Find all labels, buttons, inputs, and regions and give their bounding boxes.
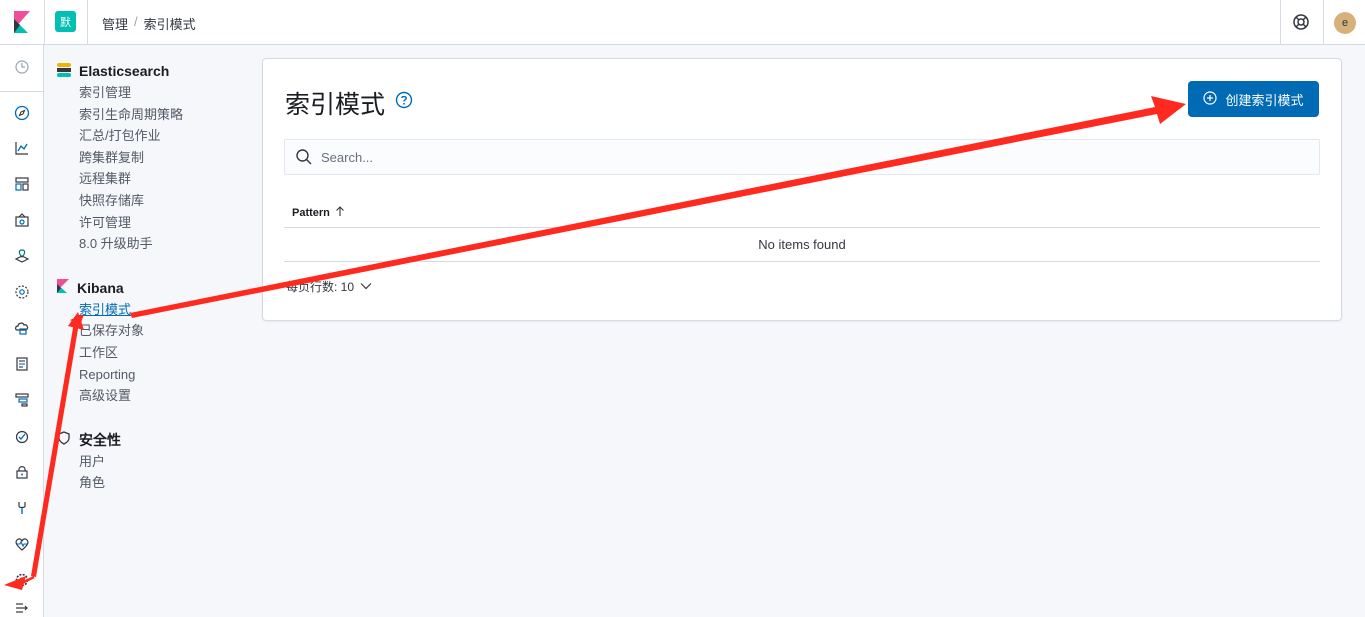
uptime-icon[interactable] (12, 426, 32, 446)
dev-tools-icon[interactable] (12, 498, 32, 518)
left-nav (0, 45, 44, 617)
side-item-index-patterns[interactable]: 索引模式 (79, 299, 247, 321)
breadcrumb-management[interactable]: 管理 (102, 14, 128, 33)
management-icon[interactable] (12, 570, 32, 590)
side-section-elasticsearch: Elasticsearch 索引管理 索引生命周期策略 汇总/打包作业 跨集群复… (57, 60, 247, 255)
header-divider (1280, 0, 1281, 44)
infrastructure-icon[interactable] (12, 318, 32, 338)
space-badge[interactable]: 默 (55, 11, 76, 32)
clock-icon[interactable] (12, 57, 32, 77)
dashboard-icon[interactable] (12, 174, 32, 194)
search-box[interactable] (284, 139, 1320, 175)
side-item-advanced-settings[interactable]: 高级设置 (79, 385, 247, 407)
pattern-column-label: Pattern (292, 206, 330, 219)
side-section-title: Kibana (77, 279, 124, 296)
chevron-down-icon (360, 280, 372, 294)
index-patterns-panel: 索引模式 创建索引模式 Pattern No items found 每页行数:… (262, 58, 1342, 321)
apm-icon[interactable] (12, 390, 32, 410)
nav-divider (0, 91, 43, 92)
header-divider (87, 0, 88, 44)
visualize-icon[interactable] (12, 138, 32, 158)
logs-icon[interactable] (12, 354, 32, 374)
breadcrumb-separator: / (134, 14, 138, 29)
kibana-logo-icon (57, 279, 69, 296)
help-lifebuoy-icon[interactable] (1291, 12, 1311, 32)
question-circle-icon[interactable] (395, 91, 413, 109)
side-item-roles[interactable]: 角色 (79, 472, 247, 494)
breadcrumb-index-patterns: 索引模式 (143, 17, 196, 32)
side-item-reporting[interactable]: Reporting (79, 364, 247, 386)
search-icon (295, 148, 313, 166)
side-section-title: Elasticsearch (79, 63, 170, 79)
maps-icon[interactable] (12, 246, 32, 266)
monitoring-icon[interactable] (12, 534, 32, 554)
side-item-snapshot-repos[interactable]: 快照存储库 (79, 190, 247, 212)
side-item-index-management[interactable]: 索引管理 (79, 82, 247, 104)
search-input[interactable] (321, 149, 1221, 165)
management-side-menu: Elasticsearch 索引管理 索引生命周期策略 汇总/打包作业 跨集群复… (57, 60, 247, 508)
header-divider (44, 0, 45, 44)
side-item-ilm-policies[interactable]: 索引生命周期策略 (79, 104, 247, 126)
sort-ascending-icon (335, 205, 345, 220)
empty-table-message: No items found (284, 228, 1320, 262)
user-avatar[interactable]: e (1334, 12, 1356, 34)
pattern-column-header[interactable]: Pattern (292, 205, 345, 220)
create-index-pattern-button[interactable]: 创建索引模式 (1188, 81, 1319, 117)
compass-icon[interactable] (12, 103, 32, 123)
side-item-upgrade-assistant[interactable]: 8.0 升级助手 (79, 233, 247, 255)
ml-icon[interactable] (12, 282, 32, 302)
side-item-rollup-jobs[interactable]: 汇总/打包作业 (79, 125, 247, 147)
table-header: Pattern (284, 198, 1320, 228)
side-item-ccr[interactable]: 跨集群复制 (79, 147, 247, 169)
side-item-remote-clusters[interactable]: 远程集群 (79, 168, 247, 190)
plus-circle-icon (1203, 90, 1218, 108)
side-item-saved-objects[interactable]: 已保存对象 (79, 320, 247, 342)
side-section-title: 安全性 (79, 431, 121, 448)
side-item-users[interactable]: 用户 (79, 451, 247, 473)
side-section-kibana: Kibana 索引模式 已保存对象 工作区 Reporting 高级设置 (57, 277, 247, 407)
page-title: 索引模式 (285, 91, 386, 119)
side-item-spaces[interactable]: 工作区 (79, 342, 247, 364)
rows-per-page-selector[interactable]: 每页行数: 10 (286, 278, 372, 295)
side-item-license[interactable]: 许可管理 (79, 212, 247, 234)
collapse-icon[interactable] (12, 598, 32, 617)
side-section-security: 安全性 用户 角色 (57, 429, 247, 494)
header-divider (1323, 0, 1324, 44)
security-shield-icon (57, 431, 71, 448)
kibana-logo-icon[interactable] (0, 0, 44, 44)
rows-per-page-label: 每页行数: 10 (286, 280, 355, 294)
breadcrumb: 管理 / 索引模式 (102, 14, 196, 33)
top-header: 默 管理 / 索引模式 e (0, 0, 1365, 45)
create-button-label: 创建索引模式 (1225, 92, 1304, 108)
siem-icon[interactable] (12, 462, 32, 482)
canvas-icon[interactable] (12, 210, 32, 230)
elasticsearch-logo-icon (57, 62, 71, 80)
